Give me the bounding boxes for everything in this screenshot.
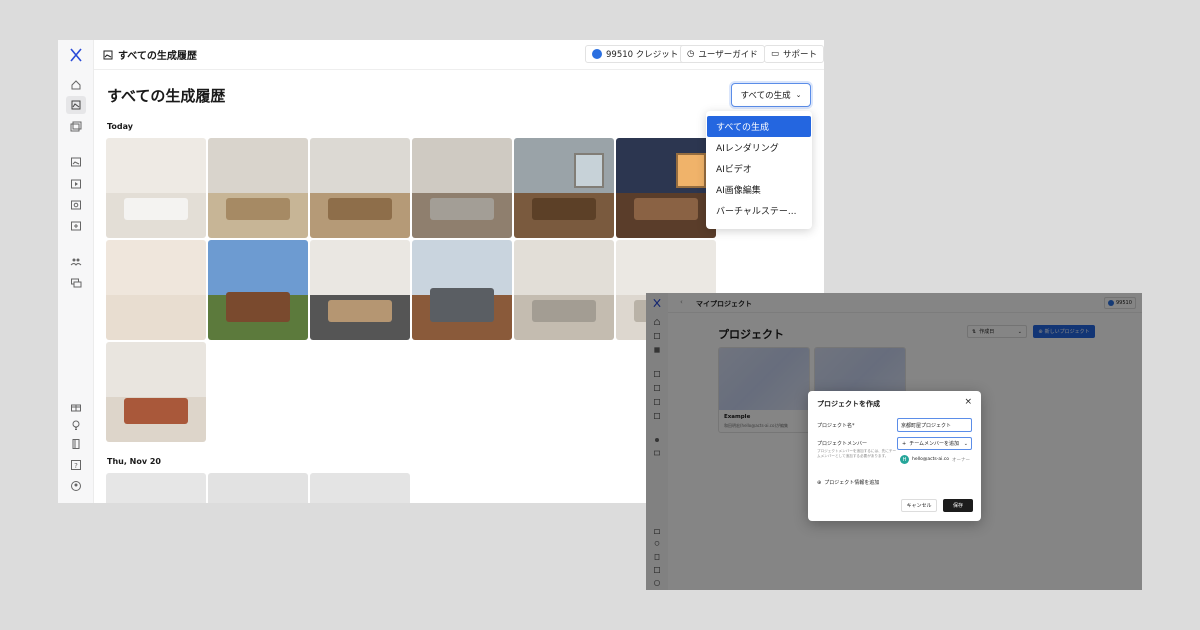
help-icon[interactable]: ? — [69, 458, 83, 472]
user-guide-label: ユーザーガイド — [698, 50, 758, 60]
image-icon[interactable] — [69, 155, 83, 169]
filter-label: すべての生成 — [740, 91, 791, 101]
app-logo[interactable] — [68, 47, 84, 63]
menu-item-ai-video[interactable]: AIビデオ — [707, 158, 811, 179]
generation-thumbnail[interactable] — [310, 138, 410, 238]
save-button[interactable]: 保存 — [943, 499, 973, 512]
close-icon[interactable]: × — [964, 397, 972, 407]
menu-item-ai-image-edit[interactable]: AI画像編集 — [707, 179, 811, 200]
chat-icon: ▭ — [771, 49, 780, 59]
cancel-button[interactable]: キャンセル — [901, 499, 937, 512]
menu-item-virtual-staging[interactable]: バーチャルステー... — [707, 200, 811, 221]
help-circle-icon: ◷ — [687, 49, 695, 59]
section-today: Today — [107, 122, 133, 131]
generation-filter-dropdown[interactable]: すべての生成 ⌄ — [731, 83, 811, 107]
credits-label: 99510 クレジット — [606, 50, 679, 60]
generation-thumbnail[interactable] — [106, 473, 206, 503]
topbar-title: すべての生成履歴 — [118, 51, 197, 62]
generation-thumbnail[interactable] — [412, 240, 512, 340]
page-breadcrumb: すべての生成履歴 — [103, 47, 197, 62]
generation-thumbnail[interactable] — [106, 342, 206, 442]
page-title: すべての生成履歴 — [107, 87, 226, 105]
project-members-label: プロジェクトメンバー — [817, 441, 868, 447]
project-window: ‹ マイプロジェクト 99510 プロジェクト ⇅ 作成日 ⌄ ⊕ 新しいプロジ… — [646, 293, 1142, 590]
generation-thumbnail[interactable] — [106, 240, 206, 340]
generation-thumbnail[interactable] — [310, 473, 410, 503]
gift-icon[interactable] — [69, 400, 83, 414]
generation-thumbnail[interactable] — [514, 240, 614, 340]
gallery-icon[interactable] — [66, 96, 86, 114]
support-label: サポート — [783, 50, 818, 60]
user-guide-button[interactable]: ◷ ユーザーガイド — [680, 45, 765, 63]
create-project-dialog: プロジェクトを作成 × プロジェクト名* 京都町屋プロジェクト プロジェクトメン… — [808, 391, 981, 521]
member-role: オーナー — [952, 457, 971, 463]
generation-thumbnail[interactable] — [310, 240, 410, 340]
projects-icon[interactable] — [69, 120, 83, 134]
sidebar: ? — [58, 40, 94, 503]
edit-icon[interactable] — [69, 198, 83, 212]
add-project-info-button[interactable]: ⊕ プロジェクト情報を追加 — [817, 479, 880, 487]
credits-button[interactable]: 99510 クレジット — [585, 45, 686, 63]
generation-thumbnail[interactable] — [106, 138, 206, 238]
project-name-input[interactable]: 京都町屋プロジェクト — [897, 418, 972, 432]
video-icon[interactable] — [69, 177, 83, 191]
project-name-label: プロジェクト名* — [817, 423, 855, 429]
add-member-label: チームメンバーを追加 — [909, 441, 960, 447]
support-button[interactable]: ▭ サポート — [764, 45, 824, 63]
generation-filter-menu: すべての生成 AIレンダリング AIビデオ AI画像編集 バーチャルステー... — [706, 111, 812, 229]
generation-thumbnail[interactable] — [208, 138, 308, 238]
generation-thumbnail[interactable] — [208, 473, 308, 503]
member-email: hello@acts-ai.co — [912, 457, 950, 462]
team-icon[interactable] — [69, 254, 83, 268]
gallery-icon — [103, 50, 113, 59]
top-bar: すべての生成履歴 99510 クレジット ◷ ユーザーガイド ▭ サポート — [94, 40, 824, 70]
avatar: H — [900, 455, 909, 464]
account-icon[interactable] — [69, 479, 83, 493]
chevron-down-icon: ⌄ — [795, 91, 802, 99]
member-row: H hello@acts-ai.co オーナー — [900, 455, 970, 464]
members-hint: プロジェクトメンバーを追加するには、先にチームメンバーとして追加する必要がありま… — [817, 449, 897, 458]
generation-thumbnail[interactable] — [208, 240, 308, 340]
section-date: Thu, Nov 20 — [107, 457, 161, 466]
chevron-down-icon: ⌄ — [963, 440, 968, 447]
add-team-member-button[interactable]: + チームメンバーを追加 ⌄ — [897, 437, 972, 450]
plus-icon: + — [902, 440, 907, 447]
chat-icon[interactable] — [69, 276, 83, 290]
credit-coin-icon — [592, 49, 602, 59]
generation-thumbnail[interactable] — [412, 138, 512, 238]
svg-text:?: ? — [74, 462, 78, 470]
book-icon[interactable] — [69, 437, 83, 451]
staging-icon[interactable] — [69, 219, 83, 233]
generation-thumbnail[interactable] — [616, 138, 716, 238]
add-info-label: プロジェクト情報を追加 — [824, 480, 880, 486]
home-icon[interactable] — [69, 78, 83, 92]
bulb-icon[interactable] — [69, 418, 83, 432]
plus-circle-icon: ⊕ — [817, 479, 822, 486]
dialog-title: プロジェクトを作成 — [817, 400, 880, 408]
generation-thumbnail[interactable] — [514, 138, 614, 238]
menu-item-ai-rendering[interactable]: AIレンダリング — [707, 137, 811, 158]
menu-item-all[interactable]: すべての生成 — [707, 116, 811, 137]
